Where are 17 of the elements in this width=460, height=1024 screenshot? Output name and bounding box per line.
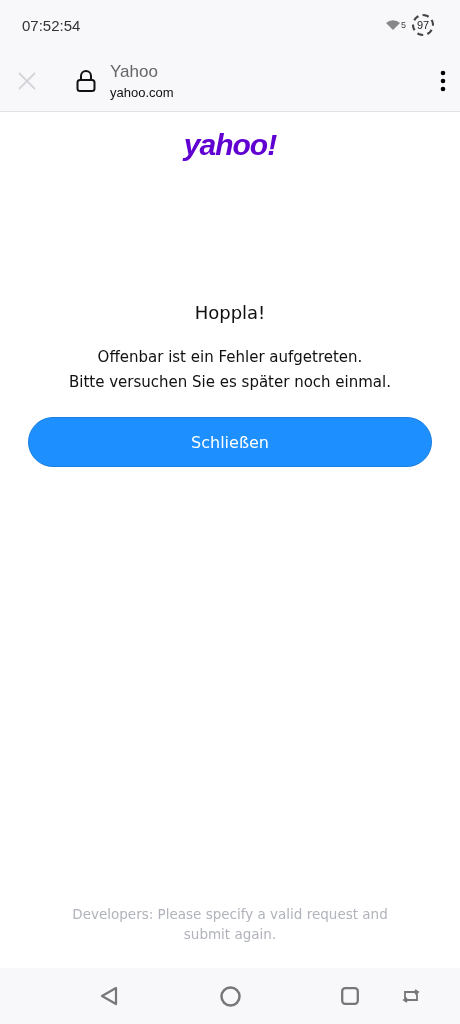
- battery-level: 97: [412, 14, 434, 36]
- clock-time: 07:52:54: [22, 16, 81, 34]
- developer-note: Developers: Please specify a valid request and submit again.: [71, 905, 389, 944]
- close-button[interactable]: Schließen: [28, 417, 432, 467]
- more-options-icon[interactable]: [440, 69, 446, 92]
- recents-icon[interactable]: [341, 987, 359, 1005]
- error-heading: Hoppla!: [194, 302, 266, 323]
- page-title: Yahoo: [110, 61, 159, 82]
- error-message: Offenbar ist ein Fehler aufgetreten. Bitte versuchen Sie es später noch einmal.: [69, 347, 391, 393]
- back-icon[interactable]: [100, 986, 118, 1006]
- lock-icon: [76, 68, 96, 93]
- home-icon[interactable]: [220, 985, 241, 1007]
- yahoo-logo: yahoo!: [183, 128, 277, 162]
- rotate-icon[interactable]: [401, 989, 421, 1003]
- url-text: yahoo.com: [110, 84, 174, 100]
- wifi-icon: [385, 19, 401, 31]
- wifi-band-label: 5: [401, 20, 406, 30]
